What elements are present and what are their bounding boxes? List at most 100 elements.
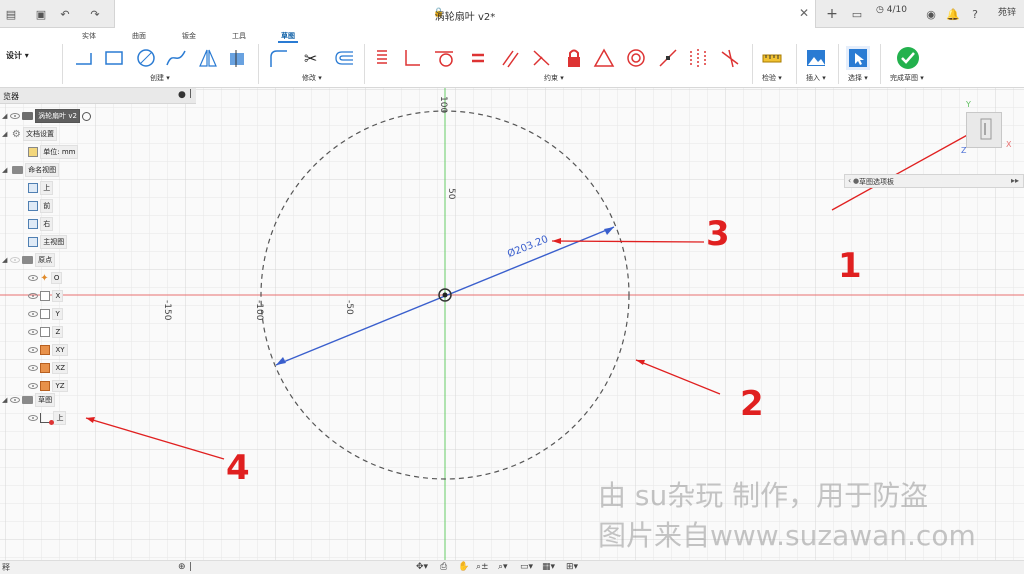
mirror-tool-icon[interactable] <box>196 46 220 70</box>
origin-item-xy[interactable]: XY <box>28 342 68 358</box>
collapse-triangle-icon[interactable]: ◢ <box>2 112 7 120</box>
line-tool-icon[interactable] <box>72 46 96 70</box>
browser-view-front[interactable]: 前 <box>28 198 54 214</box>
browser-sketches[interactable]: ◢ 草图 <box>2 392 56 408</box>
browser-root[interactable]: ◢ 涡轮扇叶 v2 <box>2 108 92 124</box>
measure-tool-icon[interactable] <box>760 46 784 70</box>
fix-constraint-icon[interactable] <box>370 46 394 70</box>
triangle-constraint-icon[interactable] <box>592 46 616 70</box>
origin-item-y[interactable]: Y <box>28 306 63 322</box>
visibility-eye-icon[interactable] <box>28 415 38 421</box>
offset-tool-icon[interactable] <box>332 46 356 70</box>
online-icon[interactable]: ◉ <box>924 6 938 22</box>
tab-solid[interactable]: 实体 <box>82 31 96 41</box>
finish-sketch-icon[interactable] <box>896 46 920 70</box>
origin-item-xz[interactable]: XZ <box>28 360 69 376</box>
tab-sketch[interactable]: 草图 <box>278 31 298 43</box>
coincident-constraint-icon[interactable] <box>530 46 554 70</box>
visibility-eye-icon[interactable] <box>9 397 20 403</box>
parallel-constraint-icon[interactable] <box>498 46 522 70</box>
visibility-eye-icon[interactable] <box>28 275 38 281</box>
insert-group-label[interactable]: 插入 ▾ <box>806 73 826 83</box>
browser-options-icon[interactable]: ● <box>178 90 186 100</box>
visibility-eye-icon[interactable] <box>28 293 38 299</box>
browser-view-home[interactable]: 主视图 <box>28 234 68 250</box>
expand-icon[interactable]: ▸▸ <box>1011 176 1019 185</box>
spline-tool-icon[interactable] <box>164 46 188 70</box>
tangent-constraint-icon[interactable] <box>432 46 456 70</box>
undo-icon[interactable]: ↶ <box>58 6 72 22</box>
file-menu-icon[interactable]: ▤ <box>4 6 18 22</box>
visibility-eye-icon[interactable] <box>28 365 38 371</box>
close-tab-icon[interactable]: ✕ <box>799 6 809 20</box>
select-group-label[interactable]: 选择 ▾ <box>848 73 868 83</box>
orbit-icon[interactable]: ✥▾ <box>416 562 428 572</box>
view-cube[interactable] <box>966 112 1002 148</box>
visibility-eye-icon[interactable] <box>9 257 20 263</box>
activate-radio-icon[interactable] <box>82 111 92 121</box>
redo-icon[interactable]: ↷ <box>88 6 102 22</box>
visibility-eye-icon[interactable] <box>28 329 38 335</box>
workspace-selector[interactable]: 设计 ▾ <box>6 50 29 61</box>
origin-item-x[interactable]: X <box>28 288 64 304</box>
user-name[interactable]: 苑锌 <box>998 5 1016 18</box>
origin-item-o[interactable]: ✦ O <box>28 270 63 286</box>
tab-surface[interactable]: 曲面 <box>132 31 146 41</box>
browser-view-right[interactable]: 右 <box>28 216 54 232</box>
lock-constraint-icon[interactable] <box>562 46 586 70</box>
midpoint-constraint-icon[interactable] <box>656 46 680 70</box>
equal-constraint-icon[interactable] <box>466 46 490 70</box>
collapse-triangle-icon[interactable]: ◢ <box>2 130 7 138</box>
perpendicular-constraint-icon[interactable] <box>400 46 424 70</box>
visibility-eye-icon[interactable] <box>28 347 38 353</box>
comments-pin-icon[interactable]: | <box>189 562 192 572</box>
browser-sketch-item[interactable]: 上 <box>28 410 67 426</box>
viewports-icon[interactable]: ⊞▾ <box>566 562 578 572</box>
trim-tool-icon[interactable]: ✂ <box>300 46 324 70</box>
tab-tools[interactable]: 工具 <box>232 31 246 41</box>
browser-doc-settings[interactable]: ◢ ⚙ 文档设置 <box>2 126 58 142</box>
origin-item-z[interactable]: Z <box>28 324 64 340</box>
circle-tool-icon[interactable] <box>134 46 158 70</box>
new-tab-icon[interactable]: + <box>824 6 840 22</box>
comments-add-icon[interactable]: ⊕ <box>178 562 186 572</box>
collapse-triangle-icon[interactable]: ◢ <box>2 166 7 174</box>
grid-settings-icon[interactable]: ▦▾ <box>542 562 555 572</box>
finish-sketch-label[interactable]: 完成草图 ▾ <box>890 73 924 83</box>
save-icon[interactable]: ▣ <box>34 6 48 22</box>
jobs-status[interactable]: ◷ 4/10 <box>876 5 907 15</box>
browser-view-top[interactable]: 上 <box>28 180 54 196</box>
visibility-eye-icon[interactable] <box>28 311 38 317</box>
document-tab[interactable]: 🔒 涡轮扇叶 v2* ✕ <box>114 0 816 28</box>
select-tool-icon[interactable] <box>846 46 870 70</box>
browser-named-views[interactable]: ◢ 命名视图 <box>2 162 60 178</box>
help-icon[interactable]: ? <box>968 6 982 22</box>
browser-origin[interactable]: ◢ 原点 <box>2 252 56 268</box>
create-group-label[interactable]: 创建 ▾ <box>150 73 170 83</box>
fillet-tool-icon[interactable] <box>266 46 290 70</box>
collapse-triangle-icon[interactable]: ◢ <box>2 256 7 264</box>
zoom-icon[interactable]: ⌕± <box>476 562 489 572</box>
visibility-eye-icon[interactable] <box>9 113 20 119</box>
concentric-constraint-icon[interactable] <box>624 46 648 70</box>
browser-units[interactable]: 单位: mm <box>28 144 79 160</box>
modify-group-label[interactable]: 修改 ▾ <box>302 73 322 83</box>
look-at-icon[interactable]: ⎙ <box>440 562 447 572</box>
pan-icon[interactable]: ✋ <box>458 562 469 572</box>
inspect-group-label[interactable]: 检验 ▾ <box>762 73 782 83</box>
fit-icon[interactable]: ⌕▾ <box>498 562 508 572</box>
visibility-eye-icon[interactable] <box>28 383 38 389</box>
browser-pin-icon[interactable]: | <box>189 89 192 99</box>
collapse-icon[interactable]: ‹ <box>848 176 851 185</box>
rectangle-tool-icon[interactable] <box>102 46 126 70</box>
notification-icon[interactable]: 🔔 <box>946 6 960 22</box>
curvature-constraint-icon[interactable] <box>718 46 742 70</box>
constraints-group-label[interactable]: 约束 ▾ <box>544 73 564 83</box>
collapse-triangle-icon[interactable]: ◢ <box>2 396 7 404</box>
project-tool-icon[interactable] <box>226 46 250 70</box>
comment-icon[interactable]: ▭ <box>850 6 864 22</box>
sketch-palette[interactable]: ‹ ● 草图选项板 ▸▸ <box>844 174 1024 188</box>
display-settings-icon[interactable]: ▭▾ <box>520 562 533 572</box>
tab-sheet-metal[interactable]: 钣金 <box>182 31 196 41</box>
insert-image-icon[interactable] <box>804 46 828 70</box>
